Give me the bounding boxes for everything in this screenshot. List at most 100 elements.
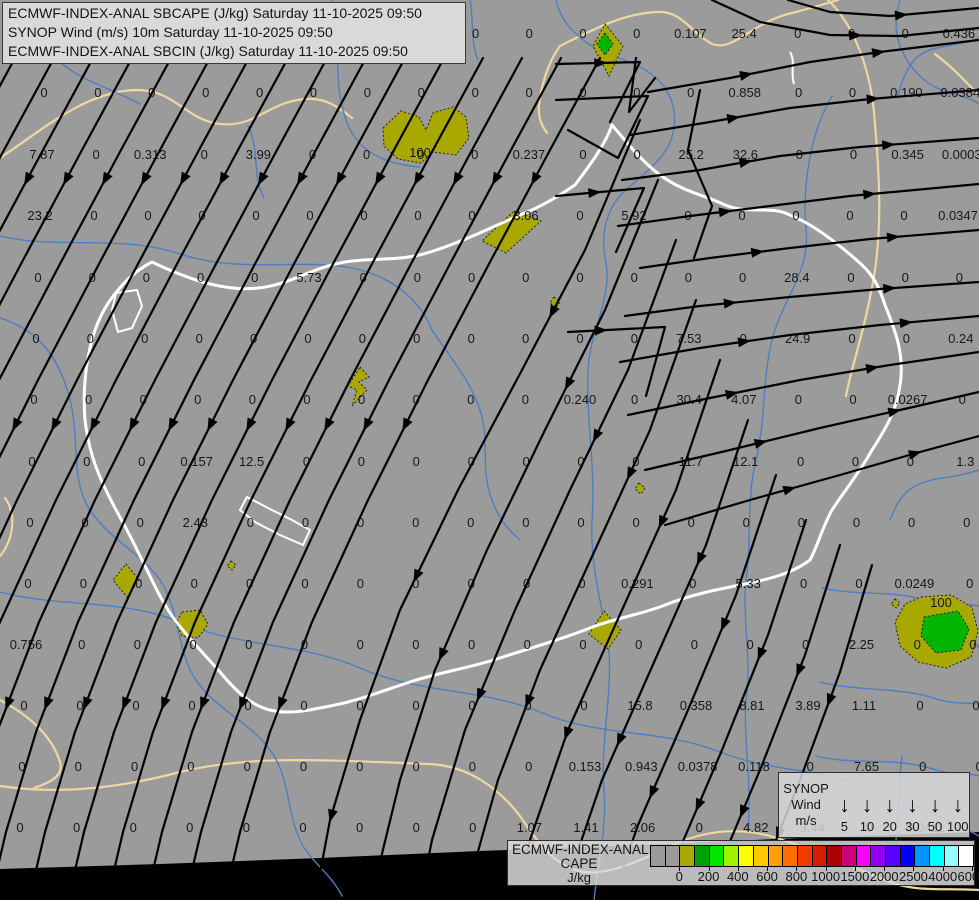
station-value: 0 (412, 759, 419, 774)
wind-speed-scale: ↓ 5 ↓ 10 ↓ 20 ↓ 30 ↓ 50 ↓ 100 (833, 773, 969, 837)
cape-legend-param: CAPE (560, 856, 598, 871)
station-value: 25.4 (731, 26, 756, 41)
station-value: 0 (743, 515, 750, 530)
station-value: 0.345 (891, 147, 924, 162)
station-value: 0 (90, 208, 97, 223)
station-value: 0 (850, 147, 857, 162)
station-value: 0 (525, 759, 532, 774)
station-value: 0.237 (513, 147, 546, 162)
station-value: 0.153 (569, 759, 602, 774)
station-value: 0 (130, 820, 137, 835)
station-value: 0 (300, 698, 307, 713)
cape-legend-source: ECMWF-INDEX-ANAL (512, 842, 649, 857)
station-value: 0 (187, 759, 194, 774)
station-value: 0 (356, 820, 363, 835)
station-value: 0 (26, 515, 33, 530)
station-value: 0 (696, 820, 703, 835)
station-value: 0 (141, 331, 148, 346)
station-value: 0 (739, 270, 746, 285)
station-value: 1.3 (956, 454, 974, 469)
station-value: 0 (94, 85, 101, 100)
station-value: 0 (846, 208, 853, 223)
station-value: 0 (247, 515, 254, 530)
station-value: 0 (188, 698, 195, 713)
title-line-wind: SYNOP Wind (m/s) 10m Saturday 11-10-2025… (8, 24, 333, 40)
wind-legend-param: Wind (791, 797, 821, 812)
station-value: 0 (792, 208, 799, 223)
station-value: 0 (797, 454, 804, 469)
station-value: 0 (83, 454, 90, 469)
cape-swatch (855, 846, 871, 866)
station-value: 0 (522, 331, 529, 346)
wind-legend: SYNOP Wind m/s ↓ 5 ↓ 10 ↓ 20 ↓ 30 ↓ 50 ↓ 100 (778, 772, 970, 838)
contour-label: 100 (930, 595, 952, 610)
station-value: 0 (467, 515, 474, 530)
station-value: 0 (251, 270, 258, 285)
station-value: 0 (576, 270, 583, 285)
station-value: 0 (306, 208, 313, 223)
cape-legend-title: ECMWF-INDEX-ANAL CAPE J/kg (512, 842, 649, 885)
station-value: 0 (75, 759, 82, 774)
station-value: 0 (691, 637, 698, 652)
station-value: 0 (412, 515, 419, 530)
station-value: 0.943 (625, 759, 658, 774)
station-value: 0 (579, 147, 586, 162)
station-value: 0 (32, 331, 39, 346)
station-value: 0 (467, 392, 474, 407)
station-value: 0 (972, 698, 979, 713)
cape-legend-unit: J/kg (567, 870, 591, 885)
wind-arrow-icon: ↓ (884, 794, 895, 817)
station-value: 0 (300, 759, 307, 774)
cape-swatch (943, 846, 959, 866)
station-value: 0 (413, 454, 420, 469)
station-value: 0 (579, 637, 586, 652)
wind-arrow-icon: ↓ (907, 794, 918, 817)
station-value: 0 (245, 637, 252, 652)
station-value: 12.5 (239, 454, 264, 469)
station-value: 0 (256, 85, 263, 100)
cape-colorbar (650, 845, 974, 867)
wind-speed-label: 100 (946, 819, 969, 834)
station-value: 0 (522, 392, 529, 407)
station-value: 0 (34, 270, 41, 285)
station-value: 1.07 (517, 820, 542, 835)
cape-swatch (840, 846, 856, 866)
station-value: 0 (914, 637, 921, 652)
weather-map-screen: 0000000000000.10725.40000.43600000000000… (0, 0, 979, 900)
station-value: 0 (85, 392, 92, 407)
station-value: 0 (358, 454, 365, 469)
station-value: 0 (469, 820, 476, 835)
station-value: 0 (576, 331, 583, 346)
station-value: 0 (191, 576, 198, 591)
cape-tick-label: 6000 (957, 869, 979, 884)
station-value: 0 (186, 820, 193, 835)
station-value: 0 (252, 208, 259, 223)
station-value: 0 (916, 698, 923, 713)
cape-swatch (708, 846, 724, 866)
cape-swatch (679, 846, 695, 866)
cape-swatch (811, 846, 827, 866)
station-value: 0 (413, 820, 420, 835)
station-value: 0 (632, 515, 639, 530)
station-value: 0 (16, 820, 23, 835)
wind-speed-column: ↓ 50 (924, 773, 947, 837)
station-value: 0 (244, 759, 251, 774)
station-value: 28.4 (784, 270, 809, 285)
station-value: 0 (847, 270, 854, 285)
station-value: 0 (472, 26, 479, 41)
station-value: 4.82 (743, 820, 768, 835)
station-value: 0.118 (738, 759, 770, 774)
station-value: 7.87 (29, 147, 54, 162)
wind-legend-title: SYNOP Wind m/s (779, 773, 833, 837)
station-value: 0.358 (680, 698, 713, 713)
station-value: 0 (189, 637, 196, 652)
station-value: 0 (87, 331, 94, 346)
station-value: 0 (800, 576, 807, 591)
station-value: 0 (137, 515, 144, 530)
station-value: 0 (908, 515, 915, 530)
station-value: 0 (304, 331, 311, 346)
cape-swatch (914, 846, 930, 866)
station-value: 0 (852, 454, 859, 469)
station-value: 5.73 (296, 270, 321, 285)
station-value: 0 (359, 331, 366, 346)
